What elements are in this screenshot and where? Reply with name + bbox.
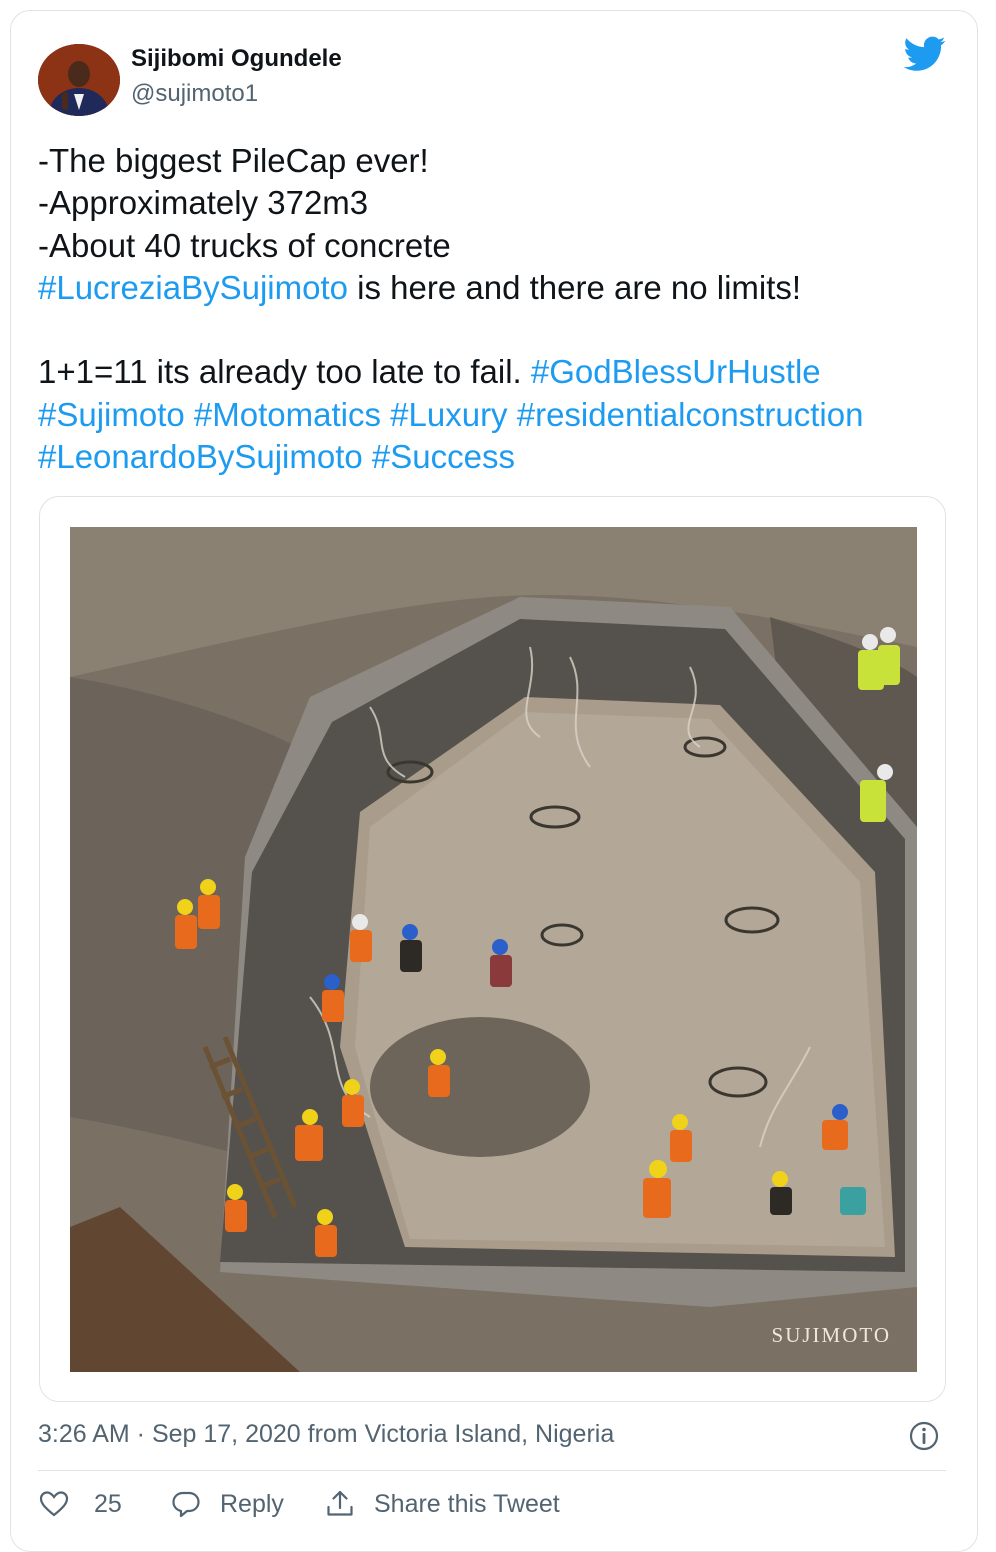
share-icon [327,1490,353,1516]
reply-bubble-icon [172,1491,200,1518]
construction-photo[interactable]: SUJIMOTO [70,527,917,1372]
hashtag-link[interactable]: #Motomatics [194,396,381,433]
hashtag-link[interactable]: #Success [372,438,515,475]
share-button[interactable]: Share this Tweet [324,1488,560,1520]
tweet-line-5: 1+1=11 its already too late to fail. [38,353,531,391]
hashtag-link[interactable]: #Luxury [390,396,507,433]
tweet-line-1: -The biggest PileCap ever! [38,142,429,179]
tweet-line-2: -Approximately 372m3 [38,184,369,222]
heart-icon [39,1491,69,1517]
avatar-image [38,44,120,116]
like-button[interactable]: 25 [38,1488,122,1520]
photo-watermark: SUJIMOTO [771,1323,891,1347]
media-container[interactable]: SUJIMOTO [39,496,946,1402]
hashtag-link[interactable]: #LucreziaBySujimoto [38,269,348,306]
tweet-line-4: is here and there are no limits! [348,268,802,306]
tweet-timestamp[interactable]: 3:26 AM · Sep 17, 2020 from Victoria Isl… [38,1420,614,1449]
author-handle[interactable]: @sujimoto1 [131,80,258,108]
hashtag-link[interactable]: #Sujimoto [38,396,185,433]
hashtag-link[interactable]: #LeonardoBySujimoto [38,438,363,475]
twitter-bird-icon[interactable] [904,36,946,72]
like-count: 25 [94,1489,122,1518]
hashtag-link[interactable]: #residentialconstruction [517,396,864,433]
info-icon[interactable] [908,1420,940,1452]
share-label: Share this Tweet [374,1489,560,1518]
photo-illustration [70,527,917,1372]
avatar[interactable] [38,44,120,116]
reply-button[interactable]: Reply [170,1488,284,1520]
divider [38,1470,946,1471]
author-name[interactable]: Sijibomi Ogundele [131,45,342,73]
reply-label: Reply [220,1489,284,1518]
hashtag-link[interactable]: #GodBlessUrHustle [531,353,821,390]
tweet-line-3: -About 40 trucks of concrete [38,226,451,264]
tweet-text: -The biggest PileCap ever! -Approximatel… [38,140,958,478]
